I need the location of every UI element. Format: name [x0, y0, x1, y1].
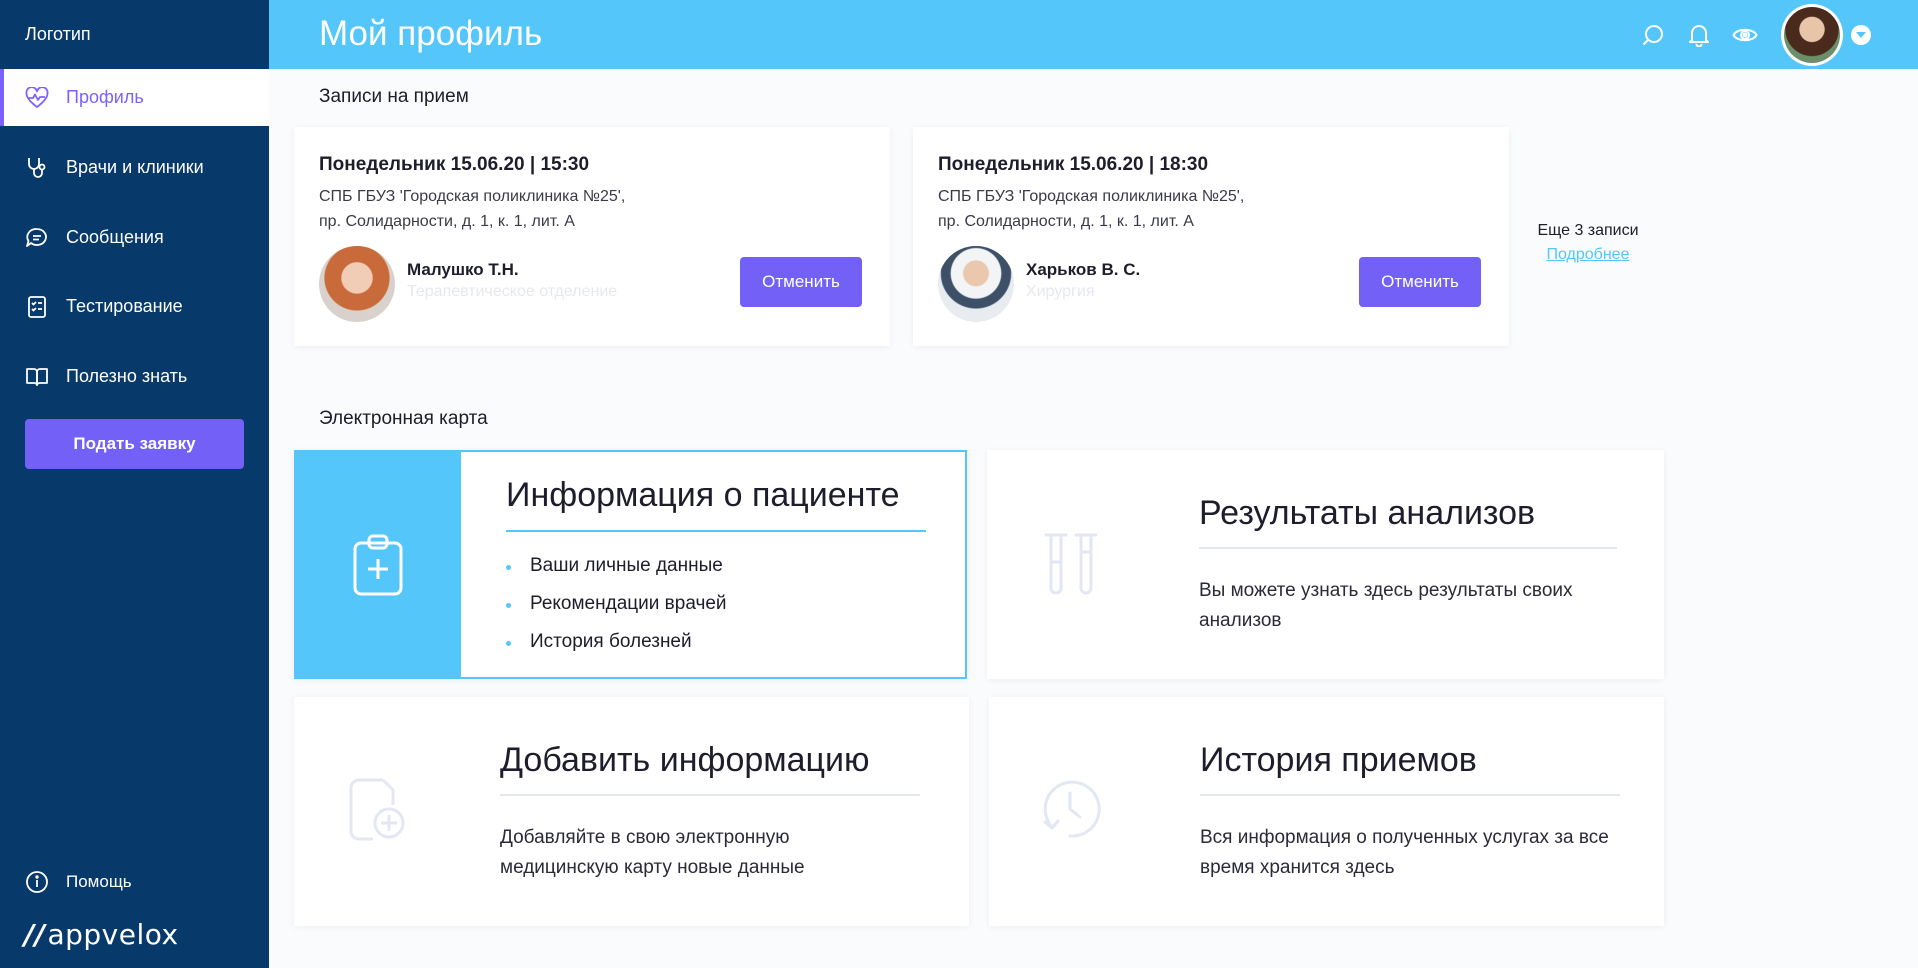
tile-description: Вся информация о полученных услугах за в… [1200, 827, 1609, 878]
clinic-address: СПБ ГБУЗ 'Городская поликлиника №25', пр… [938, 188, 1245, 230]
sidebar-item-label: Полезно знать [66, 366, 188, 386]
chat-icon [24, 225, 50, 251]
chevron-down-icon[interactable] [1851, 25, 1871, 45]
appointment-datetime: Понедельник 15.06.20 | 18:30 [938, 154, 1209, 175]
appointments-title: Записи на прием [319, 86, 469, 107]
sidebar-item-doctors[interactable]: Врачи и клиники [0, 139, 269, 196]
apply-button[interactable]: Подать заявку [25, 419, 244, 469]
search-icon[interactable] [1639, 21, 1667, 49]
book-icon [24, 364, 50, 390]
sidebar-item-label: Профиль [66, 87, 144, 107]
tile-divider [506, 530, 926, 532]
help-link[interactable]: Помощь [24, 869, 132, 895]
top-header: Мой профиль [269, 0, 1918, 69]
avatar-image [1784, 7, 1840, 63]
sidebar-item-label: Сообщения [66, 227, 164, 247]
appointment-datetime: Понедельник 15.06.20 | 15:30 [319, 154, 590, 175]
cancel-button[interactable]: Отменить [740, 257, 862, 307]
brand-logo: //appvelox [24, 918, 179, 951]
clipboard-plus-icon [350, 532, 406, 598]
sidebar-item-testing[interactable]: Тестирование [0, 278, 269, 335]
add-info-tile[interactable]: Добавить информацию Добавляйте в свою эл… [294, 697, 969, 926]
patient-info-list: Ваши личные данные Рекомендации врачей И… [506, 555, 727, 669]
doctor-department: Терапевтическое отделение [407, 283, 618, 300]
logo[interactable]: Логотип [25, 24, 91, 45]
tile-description: Добавляйте в свою электронную медицинску… [500, 827, 805, 878]
sidebar-item-label: Тестирование [66, 296, 183, 316]
patient-info-tile[interactable]: Информация о пациенте Ваши личные данные… [294, 450, 967, 679]
visit-history-tile[interactable]: История приемов Вся информация о получен… [989, 697, 1664, 926]
stethoscope-icon [24, 155, 50, 181]
tile-divider [500, 794, 920, 796]
list-item: История болезней [506, 631, 727, 669]
details-link[interactable]: Подробнее [1530, 246, 1646, 264]
doctor-photo [938, 246, 1014, 322]
clinic-address: СПБ ГБУЗ 'Городская поликлиника №25', пр… [319, 188, 626, 230]
more-count: Еще 3 записи [1537, 222, 1639, 239]
tile-divider [1199, 547, 1617, 549]
eye-icon[interactable] [1731, 21, 1759, 49]
cancel-button[interactable]: Отменить [1359, 257, 1481, 307]
doctor-name: Харьков В. С. [1026, 260, 1141, 279]
help-label: Помощь [66, 872, 132, 891]
info-icon [24, 869, 50, 895]
sidebar-item-messages[interactable]: Сообщения [0, 209, 269, 266]
tile-divider [1200, 794, 1620, 796]
sidebar: Логотип Профиль Врачи и клиники Сообщени… [0, 0, 269, 968]
tile-title: Добавить информацию [500, 741, 870, 779]
history-clock-icon [1037, 775, 1103, 843]
tile-title: Результаты анализов [1199, 494, 1536, 532]
appointment-card: Понедельник 15.06.20 | 15:30 СПБ ГБУЗ 'Г… [294, 127, 890, 346]
list-item: Рекомендации врачей [506, 593, 727, 631]
tile-title: История приемов [1200, 741, 1477, 779]
sidebar-item-label: Врачи и клиники [66, 157, 204, 177]
tile-title: Информация о пациенте [506, 476, 900, 514]
test-results-tile[interactable]: Результаты анализов Вы можете узнать зде… [987, 450, 1664, 679]
tile-description: Вы можете узнать здесь результаты своих … [1199, 580, 1573, 631]
checklist-icon [24, 294, 50, 320]
doctor-photo [319, 246, 395, 322]
ecard-title: Электронная карта [319, 408, 488, 429]
add-document-icon [346, 775, 408, 845]
heart-pulse-icon [24, 85, 50, 111]
more-appointments: Еще 3 записи Подробнее [1530, 222, 1646, 264]
sidebar-item-profile[interactable]: Профиль [0, 69, 269, 126]
doctor-name: Малушко Т.Н. [407, 260, 519, 279]
appointment-card: Понедельник 15.06.20 | 18:30 СПБ ГБУЗ 'Г… [913, 127, 1509, 346]
bell-icon[interactable] [1685, 21, 1713, 49]
list-item: Ваши личные данные [506, 555, 727, 593]
sidebar-item-useful[interactable]: Полезно знать [0, 348, 269, 405]
page-title: Мой профиль [319, 14, 543, 53]
user-avatar[interactable] [1781, 4, 1843, 66]
doctor-department: Хирургия [1026, 283, 1095, 300]
test-tubes-icon [1041, 530, 1101, 600]
